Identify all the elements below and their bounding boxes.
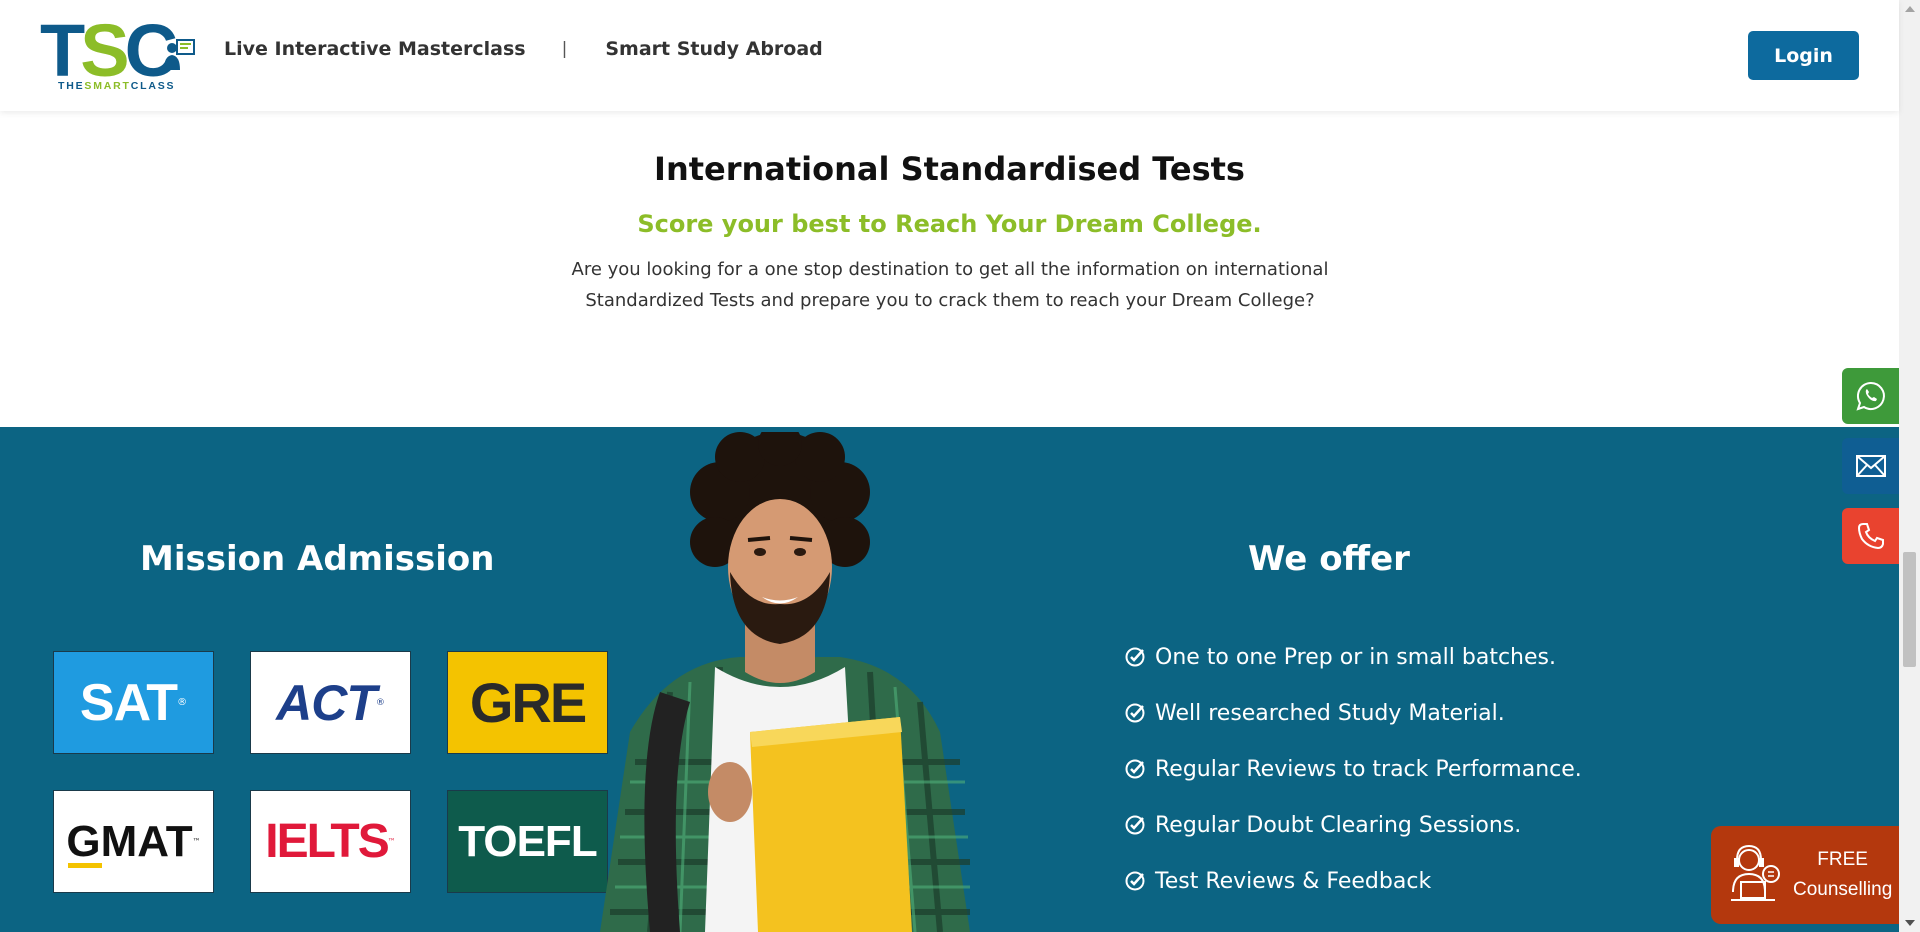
offer-item-label: One to one Prep or in small batches.	[1155, 644, 1556, 670]
free-counselling-button[interactable]: FREE Counselling	[1711, 826, 1899, 924]
mail-icon	[1855, 455, 1886, 477]
offer-item-label: Well researched Study Material.	[1155, 700, 1505, 726]
logo-wordmark: TSC	[40, 9, 178, 92]
whatsapp-button[interactable]	[1842, 368, 1899, 424]
ielts-logo-text: IELTS	[265, 815, 389, 868]
gmat-underline	[68, 863, 102, 868]
section-subtitle: Score your best to Reach Your Dream Coll…	[637, 210, 1262, 238]
gmat-logo-text: GMAT	[66, 816, 193, 866]
mission-admission-title: Mission Admission	[140, 539, 495, 579]
gmat-logo-tile[interactable]: GMAT ™	[53, 790, 214, 893]
offer-item-label: Regular Reviews to track Performance.	[1155, 756, 1582, 782]
section-title: International Standardised Tests	[654, 150, 1245, 188]
tsc-logo[interactable]: TSC THESMARTCLASS	[40, 14, 198, 94]
offer-item: Regular Doubt Clearing Sessions.	[1124, 797, 1582, 853]
check-circle-icon	[1125, 759, 1145, 779]
gmat-mark: ™	[192, 837, 201, 846]
free-counselling-label: FREE Counselling	[1793, 845, 1892, 905]
nav-smart-study-abroad[interactable]: Smart Study Abroad	[605, 38, 822, 60]
nav-separator: |	[561, 39, 568, 59]
offer-item-label: Regular Doubt Clearing Sessions.	[1155, 812, 1522, 838]
check-circle-icon	[1125, 647, 1145, 667]
act-logo-tile[interactable]: ACT ®	[250, 651, 411, 754]
offer-item: Regular Reviews to track Performance.	[1124, 741, 1582, 797]
nav-live-interactive-masterclass[interactable]: Live Interactive Masterclass	[224, 38, 526, 60]
check-circle-icon	[1125, 703, 1145, 723]
sat-mark: ®	[177, 697, 188, 708]
offer-item-label: Test Reviews & Feedback	[1155, 868, 1432, 894]
check-circle-icon	[1125, 815, 1145, 835]
login-button[interactable]: Login	[1748, 31, 1859, 80]
scroll-up-arrow-icon[interactable]	[1905, 6, 1915, 12]
main-nav: Live Interactive Masterclass | Smart Stu…	[224, 38, 823, 60]
teacher-board-icon	[164, 39, 195, 70]
counsellor-headset-icon	[1731, 844, 1780, 901]
act-mark: ®	[375, 697, 385, 708]
free-label: FREE	[1817, 849, 1868, 870]
student-photo	[600, 432, 970, 932]
page-scrollbar[interactable]	[1899, 0, 1920, 932]
mission-band: Mission Admission SAT ® ACT ® GRE GMAT ™ IE…	[0, 427, 1899, 932]
section-description: Are you looking for a one stop destinati…	[571, 259, 1329, 311]
email-button[interactable]	[1842, 438, 1899, 494]
test-logos-grid: SAT ® ACT ® GRE GMAT ™ IELTS ™ TOEFL	[53, 651, 613, 931]
sat-logo-text: SAT	[79, 673, 178, 732]
phone-button[interactable]	[1842, 508, 1899, 564]
act-logo-text: ACT	[276, 674, 377, 731]
sat-logo-tile[interactable]: SAT ®	[53, 651, 214, 754]
check-circle-icon	[1125, 871, 1145, 891]
we-offer-title: We offer	[1248, 539, 1410, 579]
scrollbar-thumb[interactable]	[1903, 552, 1916, 667]
counselling-label: Counselling	[1793, 879, 1893, 900]
ielts-logo-tile[interactable]: IELTS ™	[250, 790, 411, 893]
phone-icon	[1857, 523, 1884, 550]
offer-list: One to one Prep or in small batches. Wel…	[1124, 629, 1582, 909]
ielts-mark: ™	[387, 837, 396, 846]
offer-item: Well researched Study Material.	[1124, 685, 1582, 741]
offer-item: One to one Prep or in small batches.	[1124, 629, 1582, 685]
scroll-down-arrow-icon[interactable]	[1905, 920, 1915, 926]
whatsapp-icon	[1855, 381, 1885, 411]
site-header: TSC THESMARTCLASS Live Interactive Maste…	[0, 0, 1899, 111]
offer-item: Test Reviews & Feedback	[1124, 853, 1582, 909]
logo-tagline: THESMARTCLASS	[58, 80, 176, 92]
